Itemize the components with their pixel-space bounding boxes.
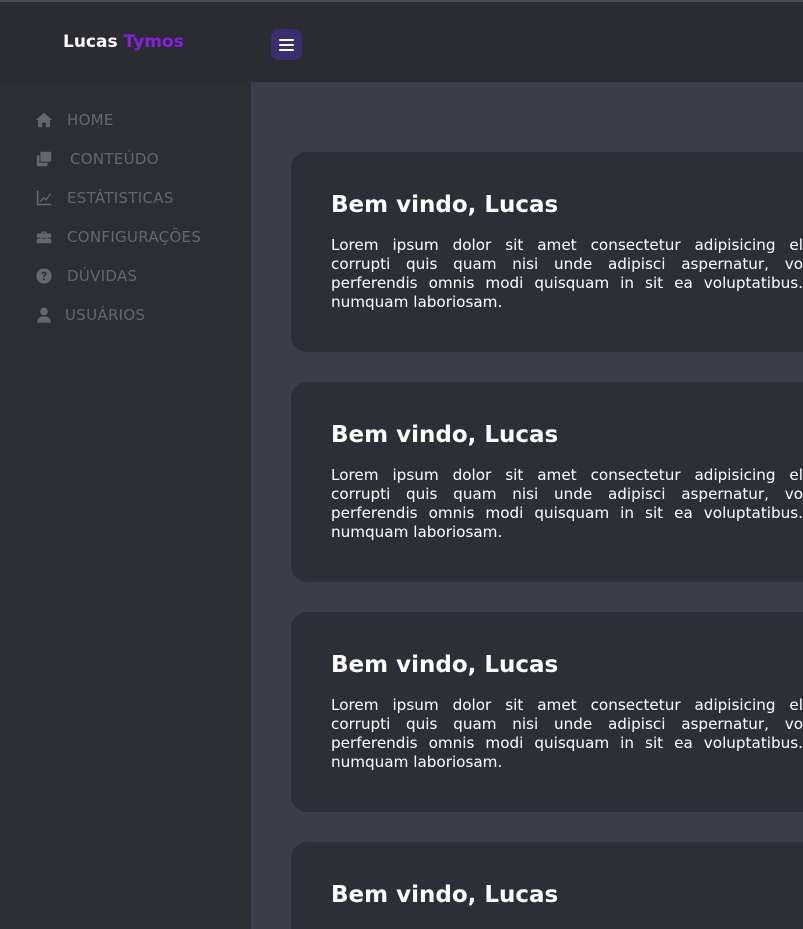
toolbox-icon xyxy=(36,231,52,244)
hamburger-icon-bar xyxy=(279,43,294,46)
brand-name-first: Lucas xyxy=(63,32,118,52)
brand-name-second: Tymos xyxy=(123,32,184,52)
sidebar-item-settings[interactable]: CONFIGURAÇÕES xyxy=(35,228,201,246)
sidebar-item-help[interactable]: DÚVIDAS xyxy=(35,267,137,285)
content-icon xyxy=(36,151,52,167)
hamburger-icon xyxy=(279,38,294,41)
home-icon xyxy=(35,112,53,128)
brand-logo[interactable]: Lucas Tymos xyxy=(63,32,184,52)
welcome-card: Bem vindo, Lucas Lorem ipsum dolor sit a… xyxy=(291,382,803,582)
welcome-card: Bem vindo, Lucas Lorem ipsum dolor sit a… xyxy=(291,612,803,812)
card-title: Bem vindo, Lucas xyxy=(331,882,559,908)
card-text: Lorem ipsum dolor sit amet consectetur a… xyxy=(331,236,803,311)
sidebar-item-label: HOME xyxy=(67,111,114,129)
user-icon xyxy=(37,307,51,323)
question-circle-icon xyxy=(36,268,52,284)
sidebar-item-label: DÚVIDAS xyxy=(67,267,138,285)
sidebar-item-users[interactable]: USUÁRIOS xyxy=(35,306,145,324)
card-title: Bem vindo, Lucas xyxy=(331,192,559,218)
card-title: Bem vindo, Lucas xyxy=(331,652,559,678)
menu-toggle-button[interactable] xyxy=(271,29,302,60)
sidebar-item-label: CONTEÚDO xyxy=(70,150,159,168)
sidebar-item-content[interactable]: CONTEÚDO xyxy=(35,150,159,168)
sidebar-item-label: USUÁRIOS xyxy=(65,306,146,324)
card-text: Lorem ipsum dolor sit amet consectetur a… xyxy=(331,696,803,771)
sidebar-item-label: ESTÁTISTICAS xyxy=(67,189,174,207)
chart-line-icon xyxy=(36,190,52,206)
welcome-card: Bem vindo, Lucas Lorem ipsum dolor sit a… xyxy=(291,152,803,352)
sidebar: HOME CONTEÚDO ESTÁTISTICAS CONFIGURAÇÕES xyxy=(0,82,251,929)
sidebar-item-home[interactable]: HOME xyxy=(35,111,114,129)
card-title: Bem vindo, Lucas xyxy=(331,422,559,448)
sidebar-item-statistics[interactable]: ESTÁTISTICAS xyxy=(35,189,174,207)
welcome-card: Bem vindo, Lucas xyxy=(291,842,803,929)
card-text: Lorem ipsum dolor sit amet consectetur a… xyxy=(331,466,803,541)
sidebar-item-label: CONFIGURAÇÕES xyxy=(67,228,202,246)
top-bar: Lucas Tymos xyxy=(0,0,803,82)
hamburger-icon-bar xyxy=(279,48,294,51)
